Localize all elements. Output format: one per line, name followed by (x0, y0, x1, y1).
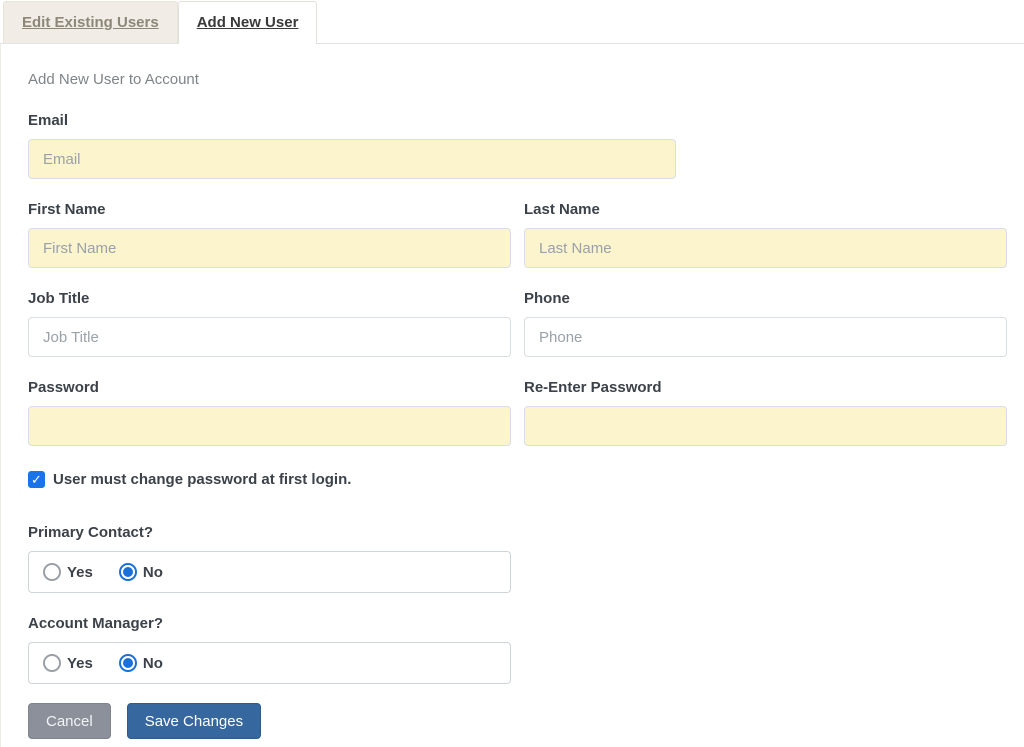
job-title-label: Job Title (28, 290, 90, 307)
panel-heading: Add New User to Account (28, 71, 199, 88)
radio-icon[interactable] (43, 563, 61, 581)
last-name-input[interactable] (524, 228, 1007, 268)
primary-contact-yes-option[interactable]: Yes (43, 563, 93, 581)
tab-add-new-user[interactable]: Add New User (177, 1, 318, 44)
last-name-field-group: Last Name (524, 201, 1007, 268)
primary-contact-radio-group: Yes No (28, 551, 511, 593)
change-password-label: User must change password at first login… (53, 471, 352, 488)
job-title-input[interactable] (28, 317, 511, 357)
radio-icon[interactable] (43, 654, 61, 672)
password-input[interactable] (28, 406, 511, 446)
change-password-checkbox-row[interactable]: ✓ User must change password at first log… (28, 471, 1024, 488)
form-actions: Cancel Save Changes (28, 703, 1024, 739)
password-row: Password Re-Enter Password (28, 379, 1024, 468)
save-changes-button[interactable]: Save Changes (126, 703, 262, 739)
first-name-field-group: First Name (28, 201, 511, 268)
account-manager-label: Account Manager? (28, 615, 164, 632)
radio-option-label: Yes (67, 563, 93, 581)
reenter-password-field-group: Re-Enter Password (524, 379, 1007, 446)
job-title-field-group: Job Title (28, 290, 511, 357)
name-row: First Name Last Name (28, 201, 1024, 290)
cancel-button[interactable]: Cancel (28, 703, 111, 739)
account-manager-radio-group: Yes No (28, 642, 511, 684)
email-field-group: Email (28, 112, 1024, 179)
checkbox-icon[interactable]: ✓ (28, 471, 45, 488)
last-name-label: Last Name (524, 201, 600, 218)
first-name-label: First Name (28, 201, 106, 218)
phone-input[interactable] (524, 317, 1007, 357)
primary-contact-label: Primary Contact? (28, 524, 154, 541)
email-label: Email (28, 112, 69, 129)
radio-option-label: No (142, 654, 163, 672)
password-field-group: Password (28, 379, 511, 446)
password-label: Password (28, 379, 99, 396)
phone-label: Phone (524, 290, 570, 307)
phone-field-group: Phone (524, 290, 1007, 357)
radio-icon[interactable] (118, 654, 137, 672)
account-manager-yes-option[interactable]: Yes (43, 654, 93, 672)
first-name-input[interactable] (28, 228, 511, 268)
add-new-user-panel: Add New User to Account Email First Name… (0, 44, 1024, 747)
job-phone-row: Job Title Phone (28, 290, 1024, 379)
email-input[interactable] (28, 139, 676, 179)
reenter-password-input[interactable] (524, 406, 1007, 446)
primary-contact-no-option[interactable]: No (118, 563, 163, 581)
tab-edit-existing-users[interactable]: Edit Existing Users (3, 1, 178, 43)
tab-bar: Edit Existing Users Add New User (0, 0, 1024, 44)
radio-icon[interactable] (118, 563, 137, 581)
account-manager-no-option[interactable]: No (118, 654, 163, 672)
radio-option-label: Yes (67, 654, 93, 672)
reenter-password-label: Re-Enter Password (524, 379, 662, 396)
radio-option-label: No (142, 563, 163, 581)
checkmark-icon: ✓ (31, 472, 42, 487)
